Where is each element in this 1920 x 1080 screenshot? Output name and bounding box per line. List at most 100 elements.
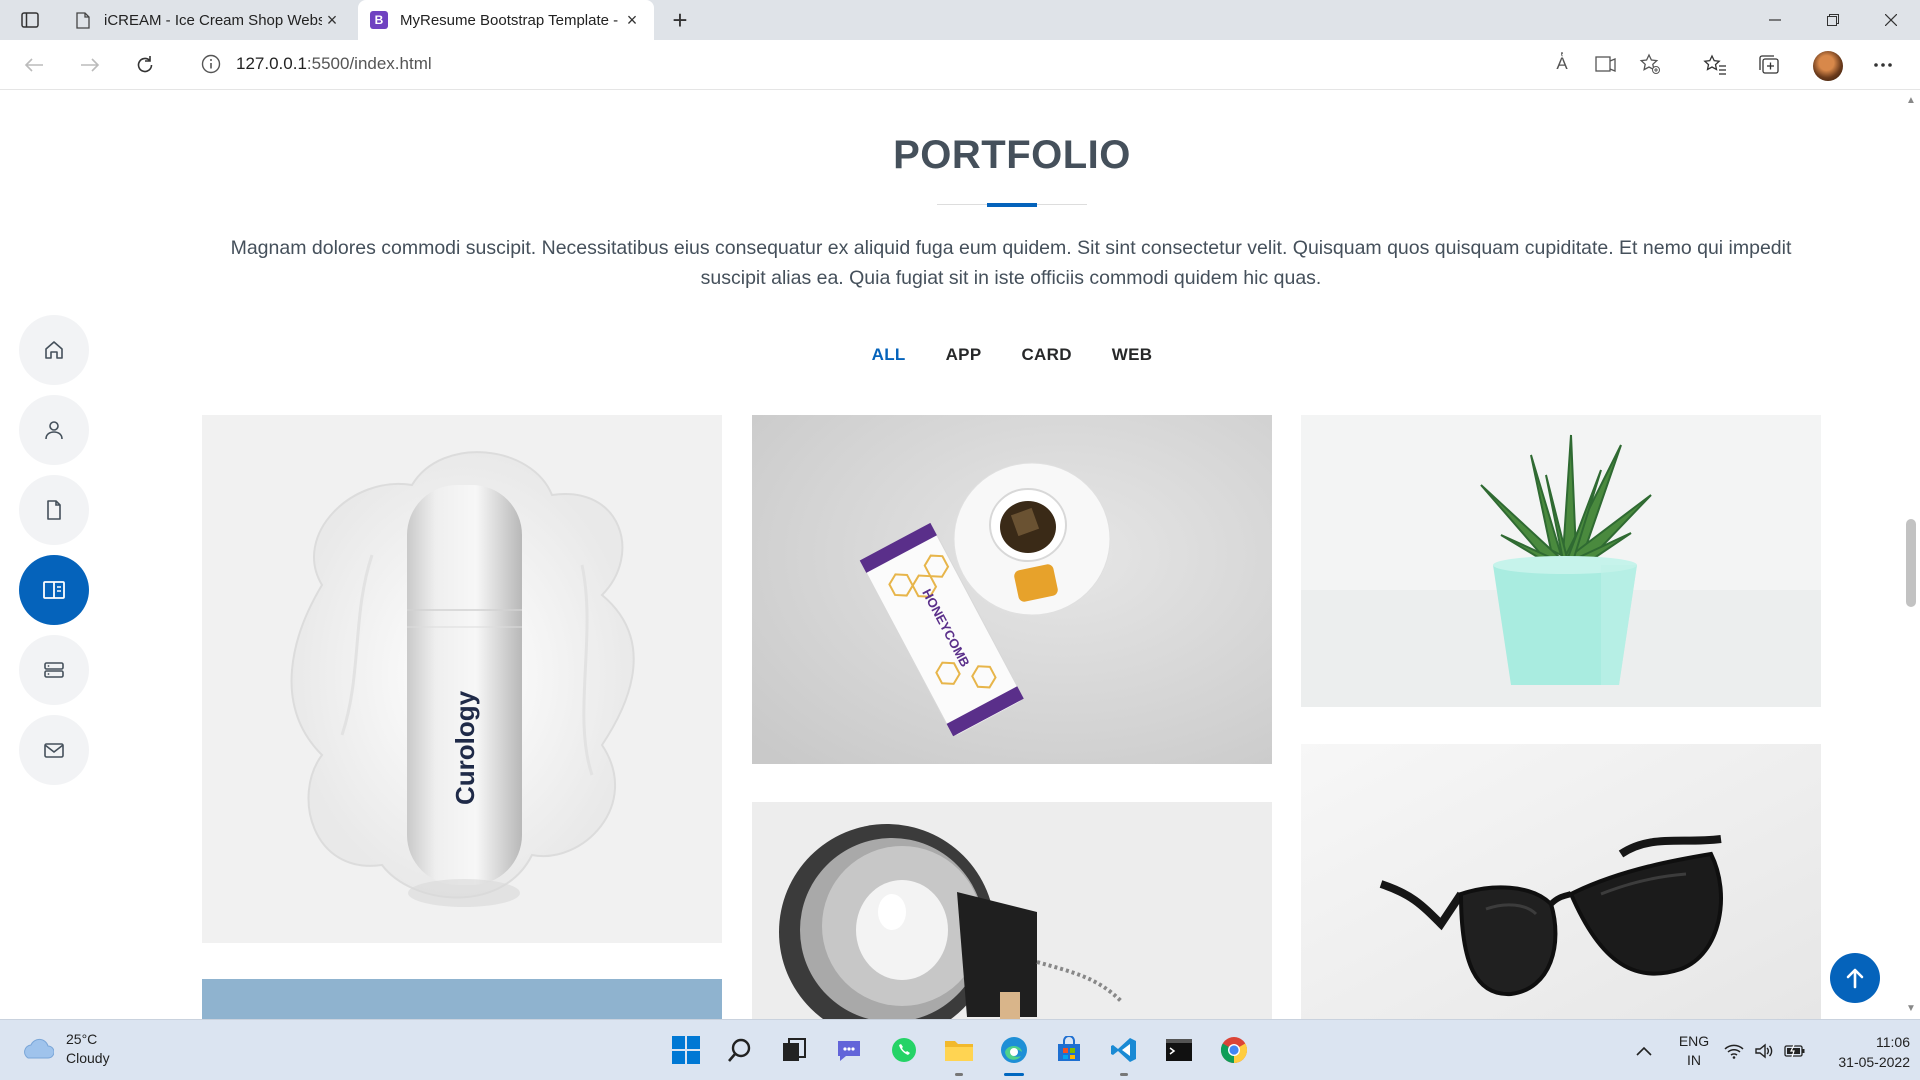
url-host: 127.0.0.1 bbox=[236, 54, 307, 73]
chevron-up-icon bbox=[1636, 1046, 1652, 1056]
windows-logo-icon bbox=[672, 1036, 700, 1064]
portfolio-item-lamp[interactable] bbox=[752, 802, 1272, 1019]
show-hidden-icons[interactable] bbox=[1636, 1020, 1652, 1080]
portfolio-item-succulent[interactable] bbox=[1301, 415, 1821, 707]
read-aloud-icon[interactable]: A̔ bbox=[1550, 52, 1574, 76]
portfolio-item-curology[interactable]: Curology bbox=[202, 415, 722, 943]
minimize-button[interactable] bbox=[1746, 0, 1804, 40]
windows-taskbar: 25°C Cloudy ENG IN 11:06 31-05-2022 bbox=[0, 1019, 1920, 1080]
close-icon bbox=[1885, 14, 1897, 26]
profile-avatar[interactable] bbox=[1813, 51, 1843, 81]
curology-label: Curology bbox=[450, 690, 480, 805]
envelope-icon bbox=[44, 743, 64, 758]
refresh-button[interactable] bbox=[129, 49, 161, 81]
search-button[interactable] bbox=[722, 1032, 758, 1068]
close-tab-icon[interactable]: × bbox=[322, 10, 342, 30]
nav-services[interactable] bbox=[19, 635, 89, 705]
succulent-plant-image bbox=[1301, 415, 1821, 707]
new-tab-button[interactable]: + bbox=[664, 4, 696, 36]
server-icon bbox=[44, 662, 64, 678]
tab-actions-icon bbox=[21, 12, 39, 28]
section-description: Magnam dolores commodi suscipit. Necessi… bbox=[230, 237, 1792, 289]
filter-app[interactable]: APP bbox=[926, 341, 1002, 369]
scrollbar-thumb[interactable] bbox=[1906, 519, 1916, 607]
web-page: PORTFOLIO Magnam dolores commodi suscipi… bbox=[0, 91, 1902, 1019]
portfolio-item-sunglasses[interactable] bbox=[1301, 744, 1821, 1019]
person-icon bbox=[45, 421, 63, 440]
portfolio-item-blue-card[interactable] bbox=[202, 979, 722, 1019]
curology-bottle-image: Curology bbox=[202, 415, 722, 943]
filter-all[interactable]: ALL bbox=[852, 341, 926, 369]
site-info-icon bbox=[201, 54, 221, 74]
nav-portfolio[interactable] bbox=[19, 555, 89, 625]
weather-widget[interactable]: 25°C Cloudy bbox=[20, 1030, 110, 1068]
terminal-button[interactable] bbox=[1161, 1032, 1197, 1068]
store-icon bbox=[1058, 1036, 1080, 1061]
portfolio-filters: ALL APP CARD WEB bbox=[0, 341, 1902, 369]
close-tab-icon[interactable]: × bbox=[622, 10, 642, 30]
url-path: :5500/index.html bbox=[306, 54, 432, 73]
title-accent bbox=[987, 203, 1037, 207]
collections-icon[interactable] bbox=[1755, 50, 1785, 80]
whatsapp-icon bbox=[892, 1038, 916, 1062]
task-view-button[interactable] bbox=[776, 1032, 812, 1068]
favorites-icon[interactable] bbox=[1700, 50, 1730, 80]
add-favorite-icon[interactable] bbox=[1638, 52, 1662, 76]
restore-button[interactable] bbox=[1804, 0, 1862, 40]
volume-icon[interactable] bbox=[1754, 1020, 1774, 1080]
file-explorer-button[interactable] bbox=[941, 1032, 977, 1076]
tab-title: MyResume Bootstrap Template - bbox=[400, 11, 619, 29]
honeycomb-pack-image: HONEYCOMB bbox=[752, 415, 1272, 764]
region-code: IN bbox=[1687, 1051, 1701, 1068]
back-button[interactable] bbox=[18, 49, 50, 81]
filter-web[interactable]: WEB bbox=[1092, 341, 1173, 369]
scroll-down-icon[interactable]: ▼ bbox=[1906, 1003, 1916, 1014]
clock-date: 31-05-2022 bbox=[1838, 1054, 1910, 1070]
address-bar[interactable]: 127.0.0.1:5500/index.html A̔ bbox=[180, 46, 1674, 82]
teams-chat-button[interactable] bbox=[831, 1032, 867, 1068]
forward-button[interactable] bbox=[74, 49, 106, 81]
whatsapp-button[interactable] bbox=[886, 1032, 922, 1068]
bootstrap-icon: B bbox=[370, 11, 388, 29]
cloud-icon bbox=[24, 1038, 54, 1059]
language-code: ENG bbox=[1678, 1032, 1710, 1049]
edge-button[interactable] bbox=[996, 1032, 1032, 1076]
book-half-icon bbox=[43, 581, 65, 599]
back-to-top-button[interactable] bbox=[1830, 953, 1880, 1003]
tab-title: iCREAM - Ice Cream Shop Websi bbox=[104, 11, 322, 29]
language-indicator[interactable]: ENG IN bbox=[1674, 1020, 1714, 1080]
close-window-button[interactable] bbox=[1862, 0, 1920, 40]
file-icon bbox=[47, 500, 61, 520]
wifi-icon[interactable] bbox=[1724, 1020, 1744, 1080]
vscode-button[interactable] bbox=[1106, 1032, 1142, 1076]
filter-card[interactable]: CARD bbox=[1001, 341, 1091, 369]
folder-icon bbox=[945, 1041, 973, 1061]
chrome-button[interactable] bbox=[1216, 1032, 1252, 1068]
tab-icream[interactable]: iCREAM - Ice Cream Shop Websi × bbox=[62, 0, 354, 40]
battery-icon[interactable] bbox=[1784, 1020, 1806, 1080]
chat-icon bbox=[838, 1041, 860, 1061]
page-scrollbar[interactable]: ▲ ▼ bbox=[1902, 91, 1920, 1019]
back-arrow-icon bbox=[24, 58, 43, 72]
microsoft-store-button[interactable] bbox=[1051, 1032, 1087, 1068]
weather-temperature: 25°C bbox=[66, 1031, 98, 1047]
desk-lamp-image bbox=[752, 802, 1272, 1019]
start-button[interactable] bbox=[668, 1032, 704, 1068]
immersive-reader-icon[interactable] bbox=[1594, 52, 1618, 76]
portfolio-item-honeycomb[interactable]: HONEYCOMB bbox=[752, 415, 1272, 764]
tab-myresume[interactable]: B MyResume Bootstrap Template - × bbox=[358, 0, 654, 40]
system-clock[interactable]: 11:06 31-05-2022 bbox=[1810, 1032, 1910, 1072]
browser-tab-bar: iCREAM - Ice Cream Shop Websi × B MyResu… bbox=[0, 0, 1920, 40]
sunglasses-image bbox=[1301, 744, 1821, 1019]
tab-actions-button[interactable] bbox=[14, 8, 46, 32]
more-menu-icon[interactable] bbox=[1868, 50, 1898, 80]
url-text: 127.0.0.1:5500/index.html bbox=[236, 54, 432, 74]
refresh-icon bbox=[137, 56, 153, 73]
nav-about[interactable] bbox=[19, 395, 89, 465]
nav-home[interactable] bbox=[19, 315, 89, 385]
scroll-up-icon[interactable]: ▲ bbox=[1906, 95, 1916, 106]
nav-contact[interactable] bbox=[19, 715, 89, 785]
nav-resume[interactable] bbox=[19, 475, 89, 545]
chrome-icon bbox=[1220, 1037, 1248, 1064]
arrow-up-icon bbox=[1846, 968, 1864, 989]
